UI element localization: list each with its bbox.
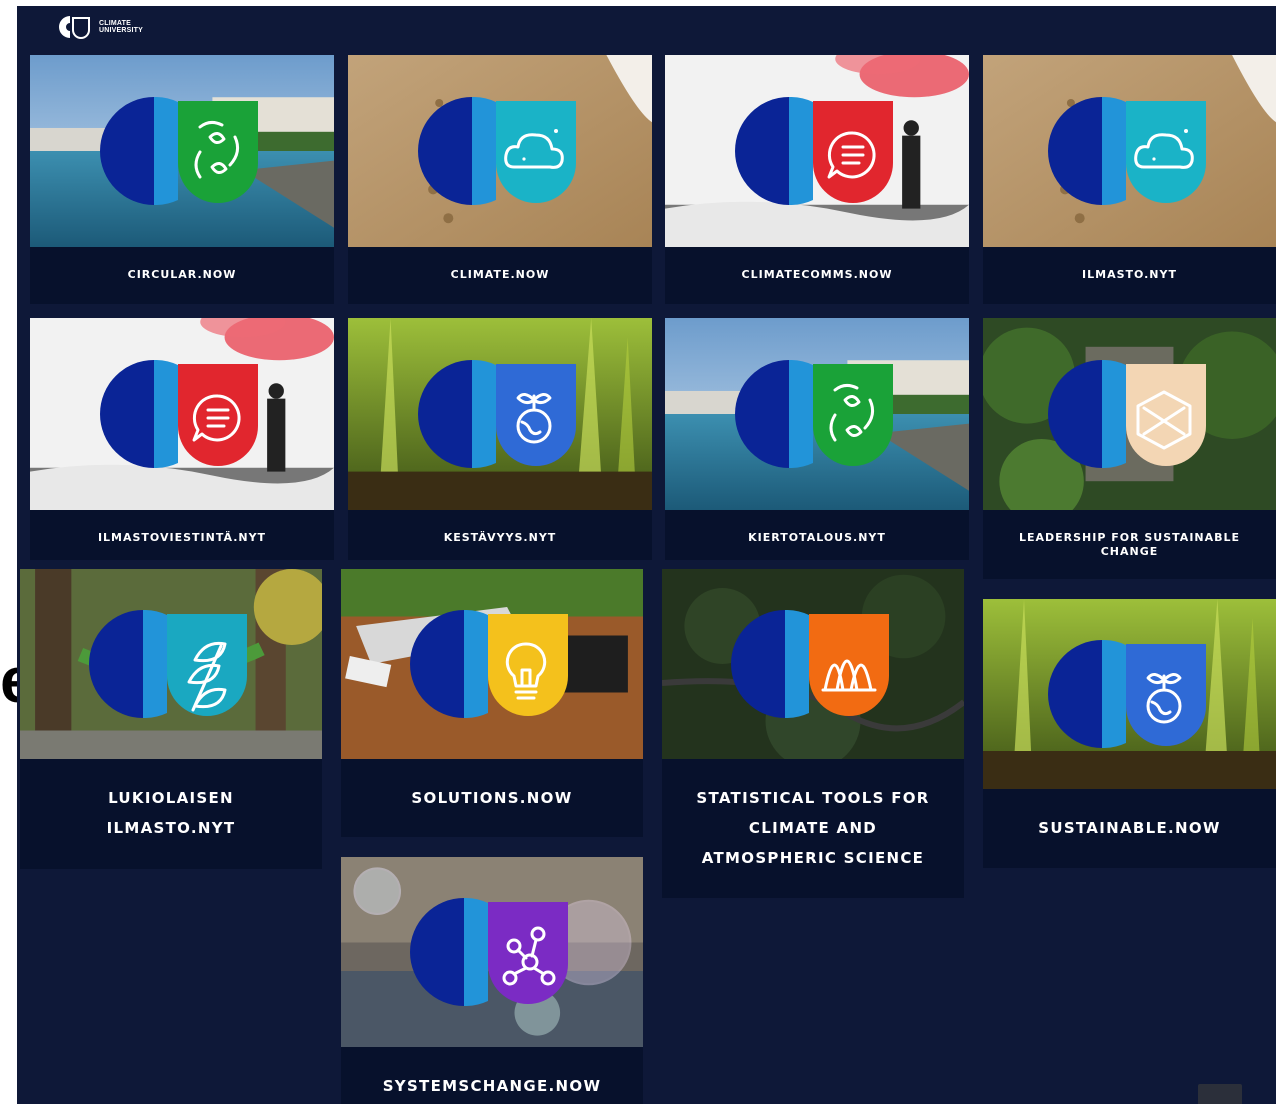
brand-name: CLIMATE UNIVERSITY [99,20,143,34]
course-thumbnail[interactable] [30,318,334,510]
climate-university-logo-icon [59,16,90,39]
course-thumbnail[interactable] [348,55,652,247]
scroll-to-top-button[interactable] [1198,1084,1242,1104]
course-card[interactable]: STATISTICAL TOOLS FOR CLIMATE AND ATMOSP… [662,569,964,898]
course-title[interactable]: SYSTEMSCHANGE.NOW [341,1071,643,1101]
course-card[interactable]: LEADERSHIP FOR SUSTAINABLE CHANGE [983,318,1276,579]
course-card[interactable]: KESTÄVYYS.NYT [348,318,652,560]
course-thumbnail[interactable] [20,569,322,759]
course-card[interactable]: SOLUTIONS.NOW [341,569,643,837]
course-logo [731,609,895,719]
site-logo[interactable]: CLIMATE UNIVERSITY [57,14,143,40]
course-thumbnail[interactable] [983,599,1276,789]
course-card[interactable]: CLIMATE.NOW [348,55,652,304]
course-thumbnail[interactable] [341,569,643,759]
course-thumbnail[interactable] [662,569,964,759]
course-catalog: CLIMATE UNIVERSITY CIRCULAR.NOW CLIMATE.… [17,6,1276,1104]
course-card[interactable]: SYSTEMSCHANGE.NOW [341,857,643,1104]
course-logo [89,609,253,719]
brand-name-line2: UNIVERSITY [99,27,144,34]
course-logo [735,359,899,469]
course-card[interactable]: ILMASTOVIESTINTÄ.NYT [30,318,334,560]
course-thumbnail[interactable] [348,318,652,510]
course-logo [1047,96,1212,206]
course-logo [418,96,582,206]
course-thumbnail[interactable] [665,318,969,510]
course-card[interactable]: ILMASTO.NYT [983,55,1276,304]
course-card[interactable]: KIERTOTALOUS.NYT [665,318,969,560]
course-thumbnail[interactable] [983,318,1276,510]
course-card[interactable]: SUSTAINABLE.NOW [983,599,1276,868]
course-title[interactable]: KIERTOTALOUS.NYT [665,531,969,545]
course-logo [1047,359,1212,469]
course-logo [410,897,574,1007]
course-title[interactable]: CIRCULAR.NOW [30,268,334,282]
course-title[interactable]: SUSTAINABLE.NOW [983,813,1276,843]
course-card[interactable]: CIRCULAR.NOW [30,55,334,304]
course-logo [100,96,264,206]
course-title[interactable]: SOLUTIONS.NOW [341,783,643,813]
course-thumbnail[interactable] [665,55,969,247]
course-logo [410,609,574,719]
course-logo [735,96,899,206]
course-title[interactable]: STATISTICAL TOOLS FOR CLIMATE AND ATMOSP… [662,783,964,873]
course-title[interactable]: KESTÄVYYS.NYT [348,531,652,545]
course-title[interactable]: ILMASTOVIESTINTÄ.NYT [30,531,334,545]
course-logo [1047,639,1212,749]
course-title[interactable]: CLIMATECOMMS.NOW [665,268,969,282]
course-card[interactable]: LUKIOLAISEN ILMASTO.NYT [20,569,322,869]
course-title[interactable]: CLIMATE.NOW [348,268,652,282]
course-title[interactable]: LUKIOLAISEN ILMASTO.NYT [20,783,322,843]
course-logo [100,359,264,469]
course-thumbnail[interactable] [983,55,1276,247]
course-thumbnail[interactable] [341,857,643,1047]
course-title[interactable]: ILMASTO.NYT [983,268,1276,282]
course-title[interactable]: LEADERSHIP FOR SUSTAINABLE CHANGE [983,531,1276,559]
brand-name-line1: CLIMATE [99,20,131,27]
course-card[interactable]: CLIMATECOMMS.NOW [665,55,969,304]
course-logo [418,359,582,469]
course-thumbnail[interactable] [30,55,334,247]
